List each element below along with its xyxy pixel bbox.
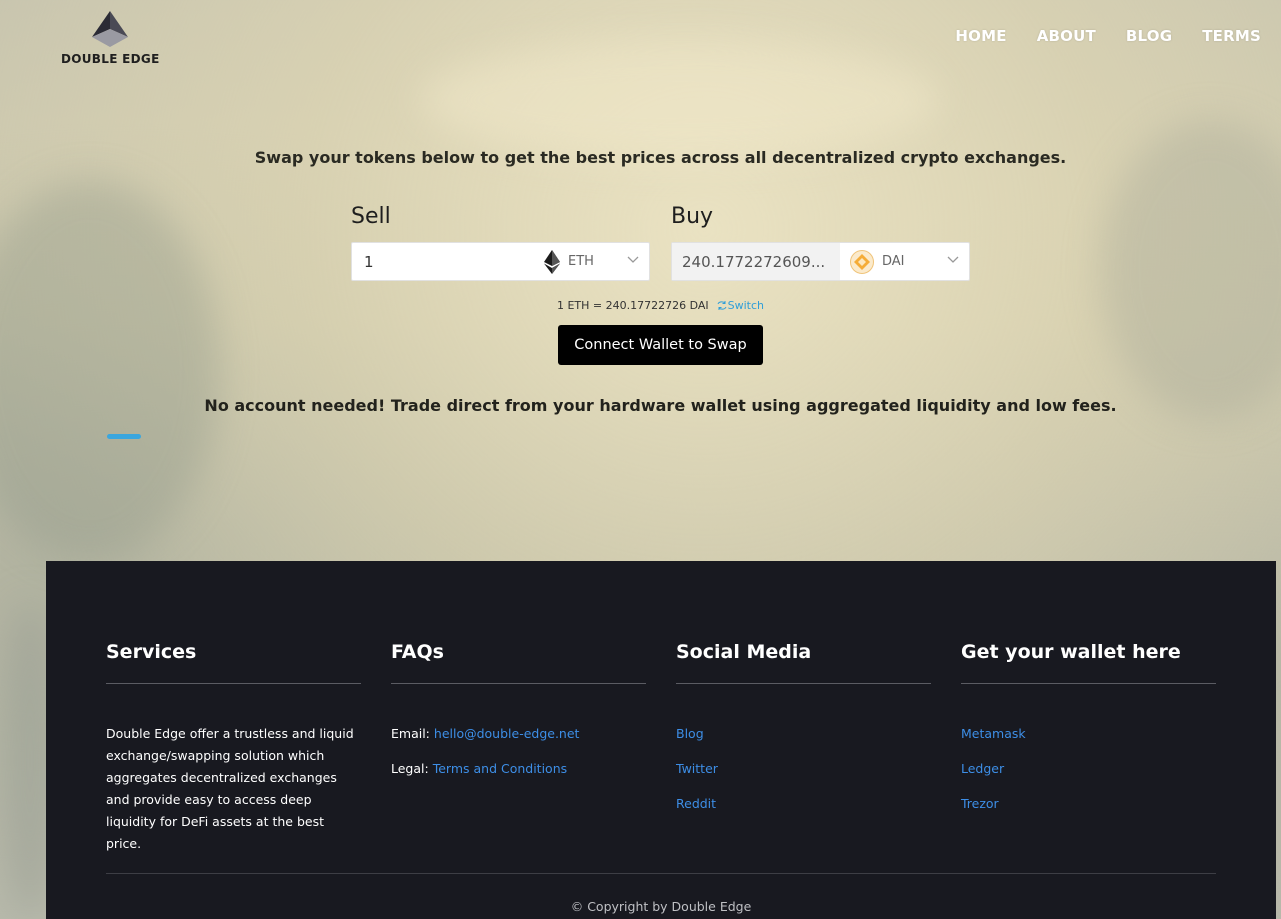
list-item: Twitter: [676, 758, 931, 793]
nav-about[interactable]: ABOUT: [1037, 27, 1096, 45]
footer-wallets: Get your wallet here Metamask Ledger Tre…: [961, 641, 1216, 828]
rate-text: 1 ETH = 240.17722726 DAI: [556, 299, 709, 312]
list-item: Reddit: [676, 793, 931, 828]
buy-field: 240.1772272609... DAI: [671, 242, 970, 281]
buy-token-select[interactable]: DAI: [840, 243, 969, 280]
wallet-link-trezor[interactable]: Trezor: [961, 796, 999, 811]
terms-link[interactable]: Terms and Conditions: [433, 761, 567, 776]
faqs-title: FAQs: [391, 641, 646, 684]
chevron-down-icon: [947, 256, 959, 263]
site-footer: Services Double Edge offer a trustless a…: [46, 561, 1276, 919]
social-link-reddit[interactable]: Reddit: [676, 796, 716, 811]
nav-terms[interactable]: TERMS: [1202, 27, 1261, 45]
brand-logo[interactable]: DOUBLE EDGE: [60, 10, 162, 68]
list-item: Metamask: [961, 723, 1216, 758]
buy-label: Buy: [671, 204, 714, 229]
swap-subtagline: No account needed! Trade direct from you…: [204, 396, 1117, 415]
copyright: © Copyright by Double Edge: [570, 899, 752, 914]
main-nav: HOME ABOUT BLOG TERMS: [955, 27, 1261, 45]
social-title: Social Media: [676, 641, 931, 684]
sell-amount-input[interactable]: [352, 243, 534, 280]
faq-email: Email: hello@double-edge.net: [391, 723, 646, 758]
background-texture: [0, 180, 220, 560]
background-texture: [420, 40, 940, 160]
chevron-down-icon: [627, 256, 639, 263]
sell-token-select[interactable]: ETH: [534, 243, 649, 280]
switch-label: Switch: [727, 299, 765, 312]
services-text: Double Edge offer a trustless and liquid…: [106, 726, 354, 851]
list-item: Ledger: [961, 758, 1216, 793]
switch-button[interactable]: Switch: [717, 299, 764, 312]
social-link-twitter[interactable]: Twitter: [676, 761, 718, 776]
footer-services: Services Double Edge offer a trustless a…: [106, 641, 361, 855]
legal-label: Legal:: [391, 761, 429, 776]
footer-faqs: FAQs Email: hello@double-edge.net Legal:…: [391, 641, 646, 793]
list-item: Trezor: [961, 793, 1216, 828]
services-title: Services: [106, 641, 361, 684]
list-item: Blog: [676, 723, 931, 758]
social-link-blog[interactable]: Blog: [676, 726, 704, 741]
swap-tagline: Swap your tokens below to get the best p…: [254, 148, 1067, 167]
dai-icon: [850, 249, 874, 274]
wallets-title: Get your wallet here: [961, 641, 1216, 684]
brand-name: DOUBLE EDGE: [61, 52, 160, 66]
sell-field: ETH: [351, 242, 650, 281]
nav-home[interactable]: HOME: [955, 27, 1006, 45]
scroll-indicator: [107, 434, 141, 439]
footer-divider: [106, 873, 1216, 874]
pyramid-logo-icon: [92, 11, 128, 47]
swap-arrows-icon: [717, 301, 727, 310]
email-link[interactable]: hello@double-edge.net: [434, 726, 580, 741]
buy-amount-display: 240.1772272609...: [672, 243, 840, 280]
exchange-rate: 1 ETH = 240.17722726 DAI Switch: [0, 299, 1281, 312]
footer-social: Social Media Blog Twitter Reddit: [676, 641, 931, 828]
nav-blog[interactable]: BLOG: [1126, 27, 1172, 45]
email-label: Email:: [391, 726, 430, 741]
buy-token-name: DAI: [882, 254, 905, 269]
sell-label: Sell: [351, 204, 391, 229]
wallet-link-metamask[interactable]: Metamask: [961, 726, 1026, 741]
ethereum-icon: [544, 249, 560, 274]
sell-token-name: ETH: [568, 254, 594, 269]
wallet-link-ledger[interactable]: Ledger: [961, 761, 1004, 776]
faq-legal: Legal: Terms and Conditions: [391, 758, 646, 793]
connect-wallet-button[interactable]: Connect Wallet to Swap: [558, 325, 763, 365]
